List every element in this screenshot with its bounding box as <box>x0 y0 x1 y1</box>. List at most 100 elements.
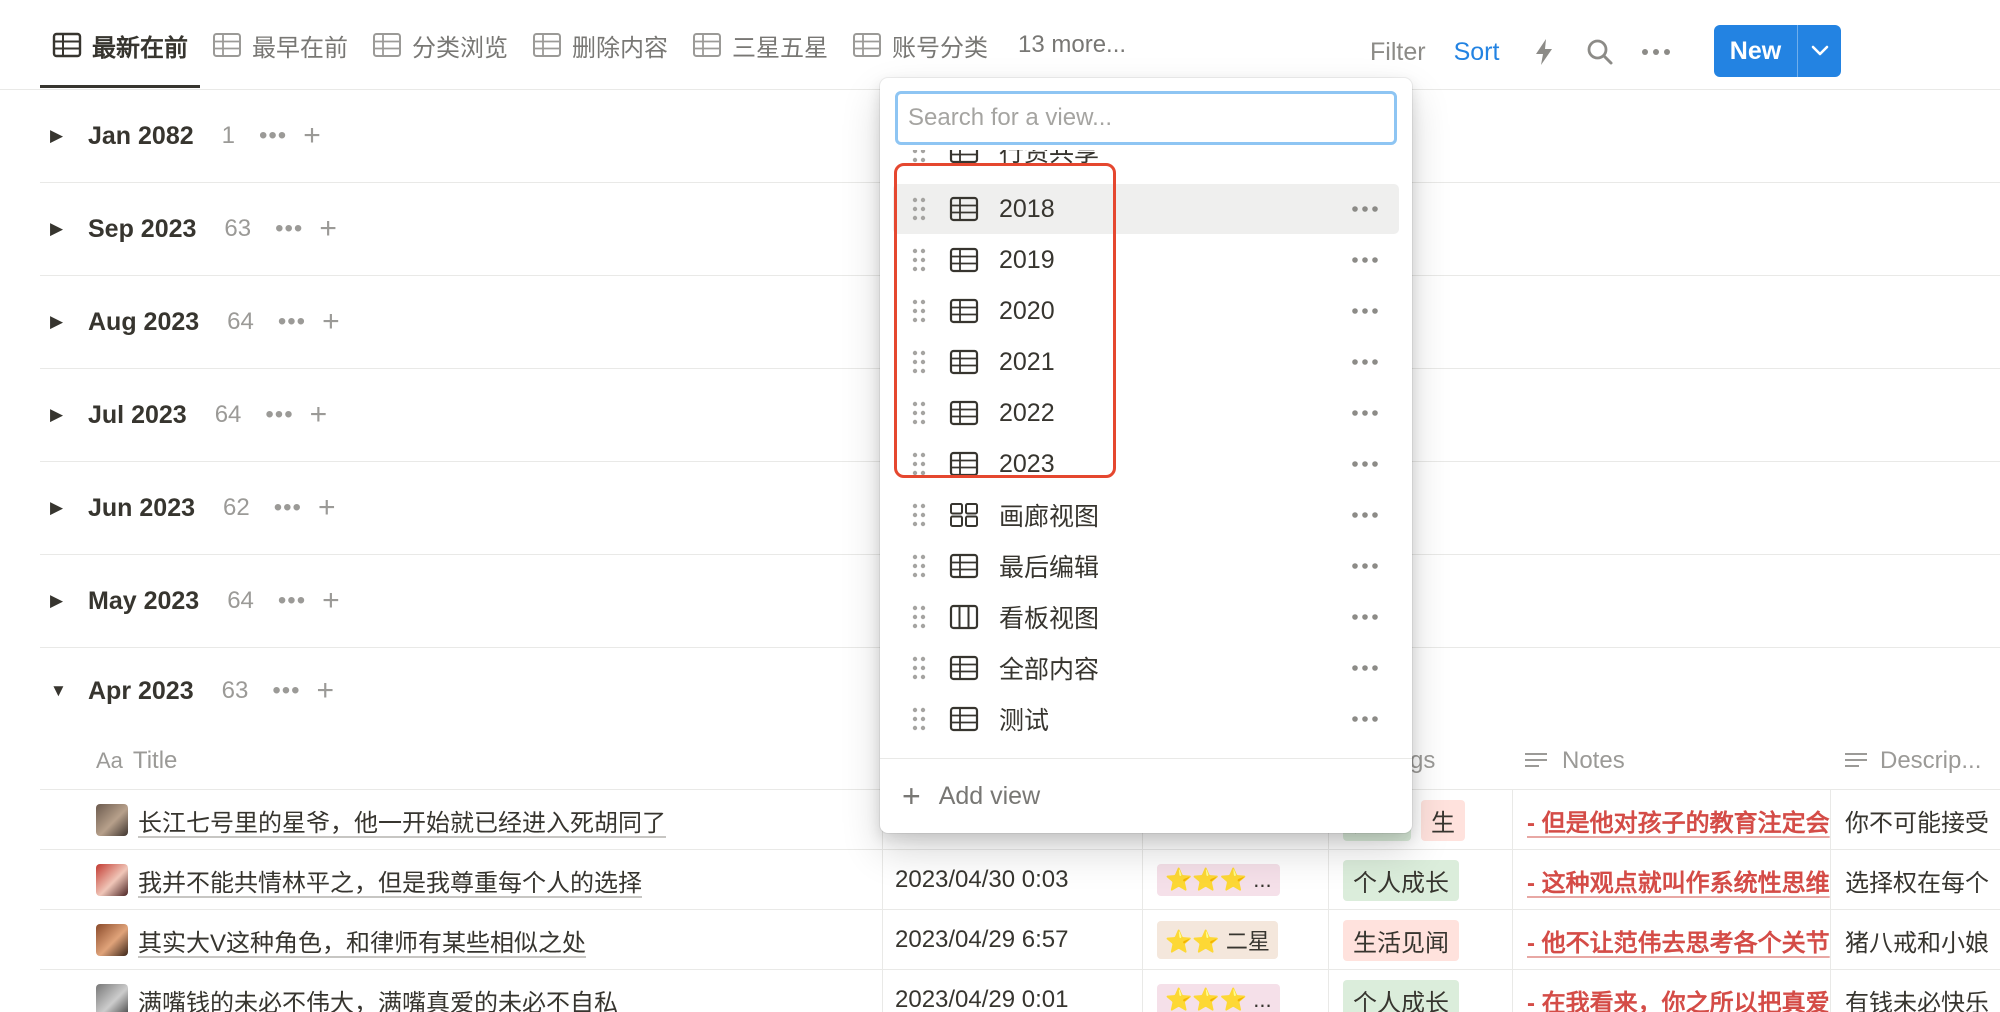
sort-button[interactable]: Sort <box>1454 38 1500 67</box>
title-cell[interactable]: 满嘴钱的未必不伟大，满嘴真爱的未必不自私 <box>96 970 912 1012</box>
table-row[interactable]: 满嘴钱的未必不伟大，满嘴真爱的未必不自私 2023/04/29 0:01 ⭐⭐⭐… <box>40 970 2000 1012</box>
tab-oldest-first[interactable]: 最早在前 <box>200 0 360 90</box>
date-cell[interactable]: 2023/04/29 6:57 <box>882 910 1142 970</box>
notes-cell[interactable]: - 但是他对孩子的教育注定会 <box>1512 790 1830 850</box>
title-cell[interactable]: 我并不能共情林平之，但是我尊重每个人的选择 <box>96 850 912 910</box>
row-title[interactable]: 长江七号里的星爷，他一开始就已经进入死胡同了 <box>138 803 666 838</box>
drag-handle-icon[interactable] <box>907 248 931 272</box>
view-options-button[interactable] <box>1351 439 1379 489</box>
description-cell[interactable]: 选择权在每个 <box>1830 850 2000 910</box>
drag-handle-icon[interactable] <box>907 656 931 680</box>
more-horizontal-icon[interactable]: ••• <box>275 215 303 243</box>
view-item-2018[interactable]: 2018 <box>893 184 1399 234</box>
tab-account-category[interactable]: 账号分类 <box>840 0 1000 90</box>
drag-handle-icon[interactable] <box>907 150 931 163</box>
add-view-button[interactable]: + Add view <box>902 771 1040 821</box>
view-item-last-edited[interactable]: 最后编辑 <box>893 541 1399 591</box>
row-title[interactable]: 其实大V这种角色，和律师有某些相似之处 <box>138 923 586 958</box>
tab-newest-first[interactable]: 最新在前 <box>40 0 200 90</box>
view-options-button[interactable] <box>1351 337 1379 387</box>
row-title[interactable]: 满嘴钱的未必不伟大，满嘴真爱的未必不自私 <box>138 983 618 1012</box>
notes-cell[interactable]: - 他不让范伟去思考各个关节 <box>1512 910 1830 970</box>
more-horizontal-icon[interactable]: ••• <box>274 494 302 522</box>
date-cell[interactable]: 2023/04/29 0:01 <box>882 970 1142 1012</box>
more-horizontal-icon[interactable]: ••• <box>259 122 287 150</box>
title-cell[interactable]: 长江七号里的星爷，他一开始就已经进入死胡同了 <box>96 790 912 850</box>
filter-button[interactable]: Filter <box>1370 38 1426 67</box>
drag-handle-icon[interactable] <box>907 401 931 425</box>
plus-icon[interactable]: + <box>318 491 336 525</box>
column-header-tags[interactable]: gs <box>1410 732 1435 790</box>
drag-handle-icon[interactable] <box>907 707 931 731</box>
notes-cell[interactable]: - 在我看来，你之所以把真爱 <box>1512 970 1830 1012</box>
view-item-gallery[interactable]: 画廊视图 <box>893 490 1399 540</box>
notes-cell[interactable]: - 这种观点就叫作系统性思维 <box>1512 850 1830 910</box>
view-item-2023[interactable]: 2023 <box>893 439 1399 489</box>
tags-cell[interactable]: 个人成长 <box>1328 970 1512 1012</box>
collapse-triangle-icon[interactable]: ▶ <box>50 312 70 332</box>
collapse-triangle-icon[interactable]: ▶ <box>50 219 70 239</box>
view-item-2019[interactable]: 2019 <box>893 235 1399 285</box>
view-options-button[interactable] <box>1351 388 1379 438</box>
view-options-button[interactable] <box>1351 541 1379 591</box>
rating-cell[interactable]: ⭐⭐⭐ ... <box>1142 850 1328 910</box>
view-item-test[interactable]: 测试 <box>893 694 1399 744</box>
new-button[interactable]: New <box>1714 25 1841 77</box>
more-views-button[interactable]: 13 more... <box>1000 0 1138 90</box>
date-cell[interactable]: 2023/04/30 0:03 <box>882 850 1142 910</box>
tab-category-browse[interactable]: 分类浏览 <box>360 0 520 90</box>
view-options-button[interactable] <box>1351 490 1379 540</box>
view-search-box[interactable] <box>895 91 1397 145</box>
view-item[interactable]: 行资共享 <box>893 150 1399 176</box>
more-horizontal-icon[interactable]: ••• <box>278 308 306 336</box>
column-header-description[interactable]: Descrip... <box>1844 732 1981 790</box>
table-row[interactable]: 其实大V这种角色，和律师有某些相似之处 2023/04/29 6:57 ⭐⭐ 二… <box>40 910 2000 970</box>
rating-cell[interactable]: ⭐⭐ 二星 <box>1142 910 1328 970</box>
tags-cell[interactable]: 生活见闻 <box>1328 910 1512 970</box>
more-horizontal-icon[interactable]: ••• <box>278 587 306 615</box>
tags-cell[interactable]: 个人成长 <box>1328 850 1512 910</box>
description-cell[interactable]: 猪八戒和小娘 <box>1830 910 2000 970</box>
view-search-input[interactable] <box>898 94 1394 142</box>
expand-triangle-icon[interactable]: ▼ <box>50 681 70 701</box>
more-horizontal-icon[interactable]: ••• <box>272 677 300 705</box>
view-options-button[interactable] <box>1351 694 1379 744</box>
drag-handle-icon[interactable] <box>907 554 931 578</box>
view-item-2020[interactable]: 2020 <box>893 286 1399 336</box>
view-options-button[interactable] <box>1351 592 1379 642</box>
view-item-2021[interactable]: 2021 <box>893 337 1399 387</box>
drag-handle-icon[interactable] <box>907 350 931 374</box>
drag-handle-icon[interactable] <box>907 503 931 527</box>
view-item-2022[interactable]: 2022 <box>893 388 1399 438</box>
drag-handle-icon[interactable] <box>907 197 931 221</box>
rating-cell[interactable]: ⭐⭐⭐ ... <box>1142 970 1328 1012</box>
plus-icon[interactable]: + <box>310 398 328 432</box>
drag-handle-icon[interactable] <box>907 605 931 629</box>
view-options-button[interactable] <box>1351 643 1379 693</box>
view-options-button[interactable] <box>1351 286 1379 336</box>
more-horizontal-icon[interactable]: ••• <box>265 401 293 429</box>
collapse-triangle-icon[interactable]: ▶ <box>50 591 70 611</box>
view-options-button[interactable] <box>1351 184 1379 234</box>
collapse-triangle-icon[interactable]: ▶ <box>50 498 70 518</box>
column-header-notes[interactable]: Notes <box>1524 732 1625 790</box>
drag-handle-icon[interactable] <box>907 299 931 323</box>
plus-icon[interactable]: + <box>303 119 321 153</box>
plus-icon[interactable]: + <box>319 212 337 246</box>
view-item-all-content[interactable]: 全部内容 <box>893 643 1399 693</box>
plus-icon[interactable]: + <box>317 674 335 708</box>
search-button[interactable] <box>1583 35 1617 69</box>
plus-icon[interactable]: + <box>322 584 340 618</box>
more-options-button[interactable] <box>1639 35 1673 69</box>
view-options-button[interactable] <box>1351 235 1379 285</box>
column-header-title[interactable]: Aa Title <box>96 732 177 790</box>
tab-three-five-star[interactable]: 三星五星 <box>680 0 840 90</box>
title-cell[interactable]: 其实大V这种角色，和律师有某些相似之处 <box>96 910 912 970</box>
table-row[interactable]: 我并不能共情林平之，但是我尊重每个人的选择 2023/04/30 0:03 ⭐⭐… <box>40 850 2000 910</box>
automation-button[interactable] <box>1527 35 1561 69</box>
collapse-triangle-icon[interactable]: ▶ <box>50 126 70 146</box>
view-item-board[interactable]: 看板视图 <box>893 592 1399 642</box>
description-cell[interactable]: 你不可能接受 <box>1830 790 2000 850</box>
drag-handle-icon[interactable] <box>907 452 931 476</box>
plus-icon[interactable]: + <box>322 305 340 339</box>
